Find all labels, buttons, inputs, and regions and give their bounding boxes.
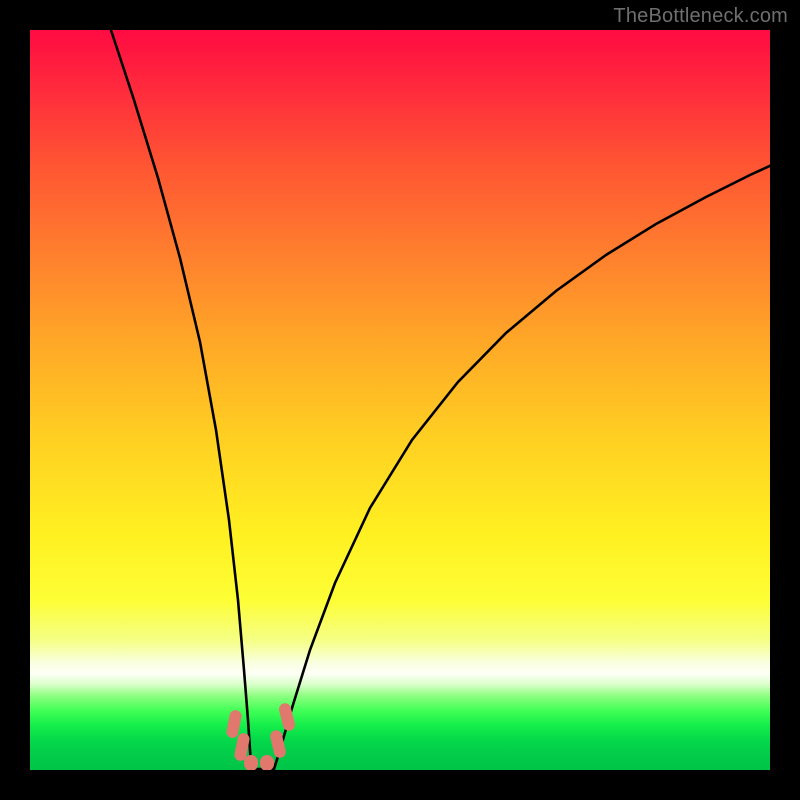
bottleneck-curve: [30, 30, 770, 770]
watermark-text: TheBottleneck.com: [613, 5, 788, 28]
flat-min-marker: [225, 702, 296, 770]
curve-right-branch: [274, 164, 770, 769]
plot-area: [30, 30, 770, 770]
curve-left-branch: [109, 30, 252, 769]
chart-frame: TheBottleneck.com: [0, 0, 800, 800]
